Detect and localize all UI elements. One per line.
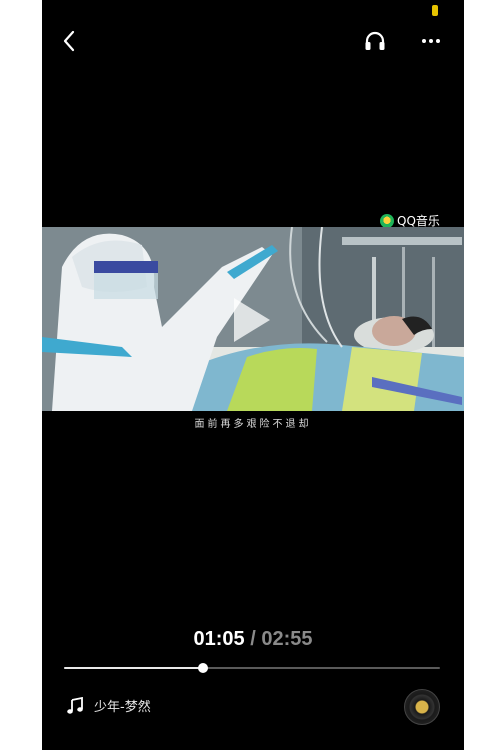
headphones-icon bbox=[365, 31, 385, 50]
song-title: 少年-梦然 bbox=[94, 700, 151, 715]
song-info[interactable]: 少年-梦然 bbox=[66, 696, 151, 715]
video-player-screen: QQ音乐 面前再多艰险不退却 01:05 / 02:55 少年-梦然 bbox=[42, 0, 464, 750]
back-button[interactable] bbox=[54, 26, 84, 56]
progress-bar[interactable] bbox=[64, 663, 440, 673]
current-time: 01:05 bbox=[193, 628, 245, 650]
video-frame[interactable] bbox=[42, 227, 464, 411]
time-separator: / bbox=[244, 628, 262, 650]
duration: 02:55 bbox=[261, 628, 313, 650]
more-button[interactable] bbox=[416, 26, 446, 56]
video-subtitle: 面前再多艰险不退却 bbox=[194, 419, 312, 430]
qq-music-logo-icon bbox=[380, 213, 394, 228]
progress-fill bbox=[64, 667, 204, 669]
music-note-icon bbox=[67, 696, 83, 714]
chevron-left-icon bbox=[63, 30, 75, 52]
more-horizontal-icon bbox=[422, 39, 440, 43]
playback-time: 01:05 / 02:55 bbox=[42, 628, 464, 651]
battery-indicator bbox=[432, 5, 438, 16]
album-disc-button[interactable] bbox=[404, 689, 440, 725]
listen-mode-button[interactable] bbox=[360, 26, 390, 56]
play-icon[interactable] bbox=[218, 290, 278, 350]
progress-thumb[interactable] bbox=[198, 663, 209, 673]
